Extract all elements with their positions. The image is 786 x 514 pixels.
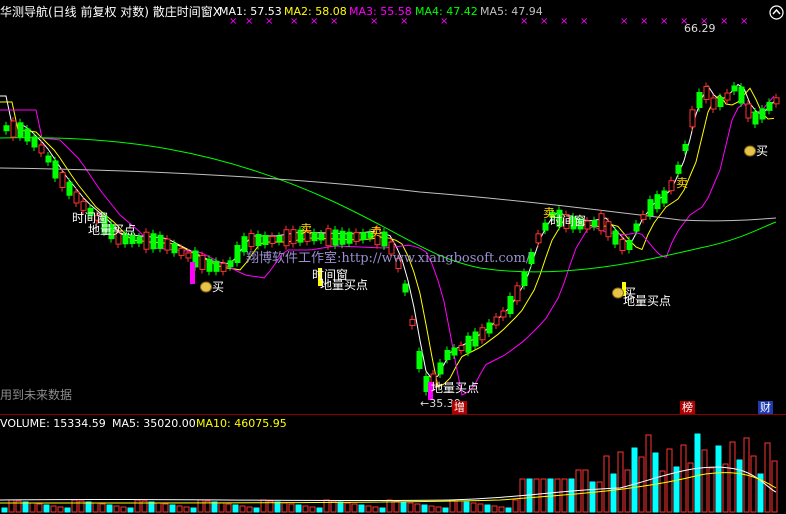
volume-bar: [659, 470, 666, 513]
volume-bar: [673, 466, 680, 513]
volume-bar: [281, 502, 288, 513]
volume-bar: [148, 501, 155, 513]
volume-bar: [484, 504, 491, 513]
volume-bar: [533, 478, 540, 513]
volume-bar: [211, 501, 218, 513]
volume-bar: [295, 504, 302, 513]
volume-bar: [176, 505, 183, 513]
volume-bar: [183, 506, 190, 513]
volume-bar: [43, 504, 50, 513]
volume-bar: [582, 469, 589, 513]
volume-bar: [344, 502, 351, 513]
volume-bar: [463, 501, 470, 513]
volume-bar: [8, 499, 15, 513]
volume-bar: [288, 503, 295, 513]
volume-bar: [120, 506, 127, 513]
volume-bar: [218, 502, 225, 513]
volume-bar: [302, 505, 309, 513]
volume-bar: [512, 499, 519, 513]
volume-bar: [36, 503, 43, 513]
volume-bar: [365, 505, 372, 513]
volume-bar: [379, 507, 386, 513]
volume-bar: [470, 502, 477, 513]
volume-bar: [414, 503, 421, 513]
volume-bar: [239, 505, 246, 513]
volume-bar: [358, 504, 365, 513]
volume-bar: [316, 507, 323, 513]
volume-bar: [652, 452, 659, 513]
volume-bar: [169, 504, 176, 513]
volume-bar: [631, 447, 638, 513]
volume-bar: [764, 442, 771, 513]
volume-bar: [568, 478, 575, 513]
volume-bar: [722, 463, 729, 513]
volume-bar: [253, 507, 260, 513]
volume-bar: [64, 507, 71, 513]
volume-bar: [155, 502, 162, 513]
stock-chart-window: 华测导航(日线 前复权 对数) 散庄时间窗X MA1: 57.53 MA2: 5…: [0, 0, 786, 514]
volume-bar: [428, 505, 435, 513]
volume-bar: [22, 501, 29, 513]
volume-bar: [442, 507, 449, 513]
volume-bar: [337, 501, 344, 513]
volume-bar: [435, 506, 442, 513]
volume-bar: [421, 504, 428, 513]
volume-bar: [407, 502, 414, 513]
volume-bar: [603, 455, 610, 513]
volume-bar: [701, 449, 708, 513]
volume-bar: [50, 505, 57, 513]
volume-bar: [197, 499, 204, 513]
volume-bar: [540, 478, 547, 513]
volume-bar: [351, 503, 358, 513]
volume-bar: [162, 503, 169, 513]
volume-bar: [645, 434, 652, 513]
volume-bar: [232, 504, 239, 513]
volume-chart[interactable]: [0, 0, 786, 514]
volume-bar: [729, 441, 736, 513]
volume-bar: [715, 445, 722, 513]
volume-bar: [638, 456, 645, 513]
volume-bar: [498, 506, 505, 513]
volume-bar: [99, 503, 106, 513]
volume-bar: [617, 451, 624, 513]
volume-bar: [71, 499, 78, 513]
volume-bar: [694, 433, 701, 513]
volume-bar: [400, 501, 407, 513]
volume-bar: [260, 499, 267, 513]
volume-bar: [505, 507, 512, 513]
volume-bar: [456, 500, 463, 513]
volume-bar: [92, 502, 99, 513]
volume-bar: [449, 499, 456, 513]
volume-bar: [190, 507, 197, 513]
volume-bar: [29, 502, 36, 513]
volume-bar: [134, 499, 141, 513]
volume-bar: [393, 500, 400, 513]
volume-bar: [750, 455, 757, 513]
volume-bar: [57, 506, 64, 513]
volume-bar: [491, 505, 498, 513]
volume-bar: [687, 462, 694, 513]
volume-bar: [1, 507, 8, 513]
volume-bar: [596, 481, 603, 513]
volume-bar: [225, 503, 232, 513]
volume-bar: [372, 506, 379, 513]
volume-bar: [589, 481, 596, 513]
volume-bar: [610, 473, 617, 513]
volume-bar: [624, 469, 631, 513]
volume-bar: [274, 501, 281, 513]
volume-bar: [106, 504, 113, 513]
volume-bar: [736, 459, 743, 513]
volume-bar: [85, 501, 92, 513]
volume-bar: [113, 505, 120, 513]
volume-bar: [246, 506, 253, 513]
volume-bar: [127, 507, 134, 513]
volume-bar: [666, 448, 673, 513]
volume-bar: [708, 467, 715, 513]
volume-bar: [309, 506, 316, 513]
volume-bar: [477, 503, 484, 513]
